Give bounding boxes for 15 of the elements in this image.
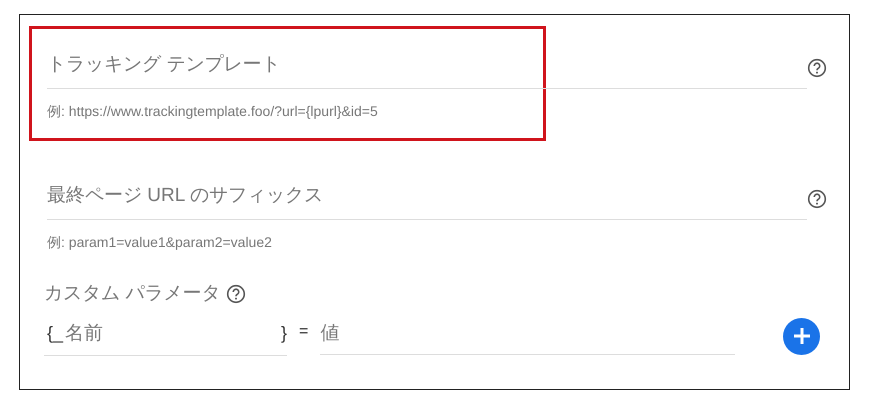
hint-text: 例: https://www.trackingtemplate.foo/?url={lpurl}&id=5 xyxy=(47,102,379,121)
text-field[interactable]: トラッキング テンプレート xyxy=(47,47,807,88)
help-icon[interactable] xyxy=(807,58,827,78)
help-icon[interactable] xyxy=(226,284,246,304)
help-icon[interactable] xyxy=(807,188,827,209)
name-field[interactable]: 名前 xyxy=(63,318,281,349)
plus-icon xyxy=(792,326,812,346)
section-label: カスタム パラメータ xyxy=(44,282,220,306)
value-field[interactable]: 値 xyxy=(320,318,736,355)
text-field[interactable]: 最終ページ URL のサフィックス xyxy=(47,178,807,220)
suffix-text: } xyxy=(280,322,287,346)
prefix-text: {_ xyxy=(47,322,64,346)
hint-text: 例: param1=value1&param2=value2 xyxy=(47,232,273,252)
equals-sign: = xyxy=(299,322,308,342)
add-button[interactable] xyxy=(783,318,820,355)
